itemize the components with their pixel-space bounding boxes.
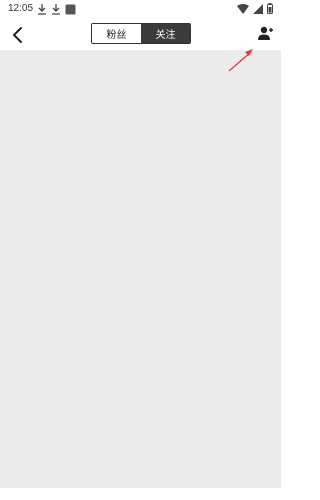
- status-time: 12:05: [8, 3, 34, 14]
- download-icon: [52, 4, 60, 15]
- bottom-system-bar: [0, 488, 281, 500]
- tab-fans-label: 粉丝: [106, 30, 127, 41]
- tab-following-label: 关注: [155, 30, 176, 41]
- fans-follow-segmented-control: 粉丝 关注: [91, 23, 191, 44]
- following-list-area: [0, 50, 281, 488]
- signal-icon: [253, 3, 263, 14]
- status-bar: 12:05: [0, 0, 281, 20]
- tab-fans[interactable]: 粉丝: [92, 24, 141, 43]
- tab-following[interactable]: 关注: [141, 24, 190, 43]
- back-chevron-icon[interactable]: [9, 25, 29, 45]
- download-icon: [38, 4, 46, 15]
- wifi-icon: [237, 3, 249, 14]
- add-user-icon[interactable]: [257, 25, 275, 43]
- app-square-icon: [65, 4, 76, 15]
- top-nav-bar: 粉丝 关注: [0, 20, 281, 50]
- battery-icon: [267, 3, 273, 14]
